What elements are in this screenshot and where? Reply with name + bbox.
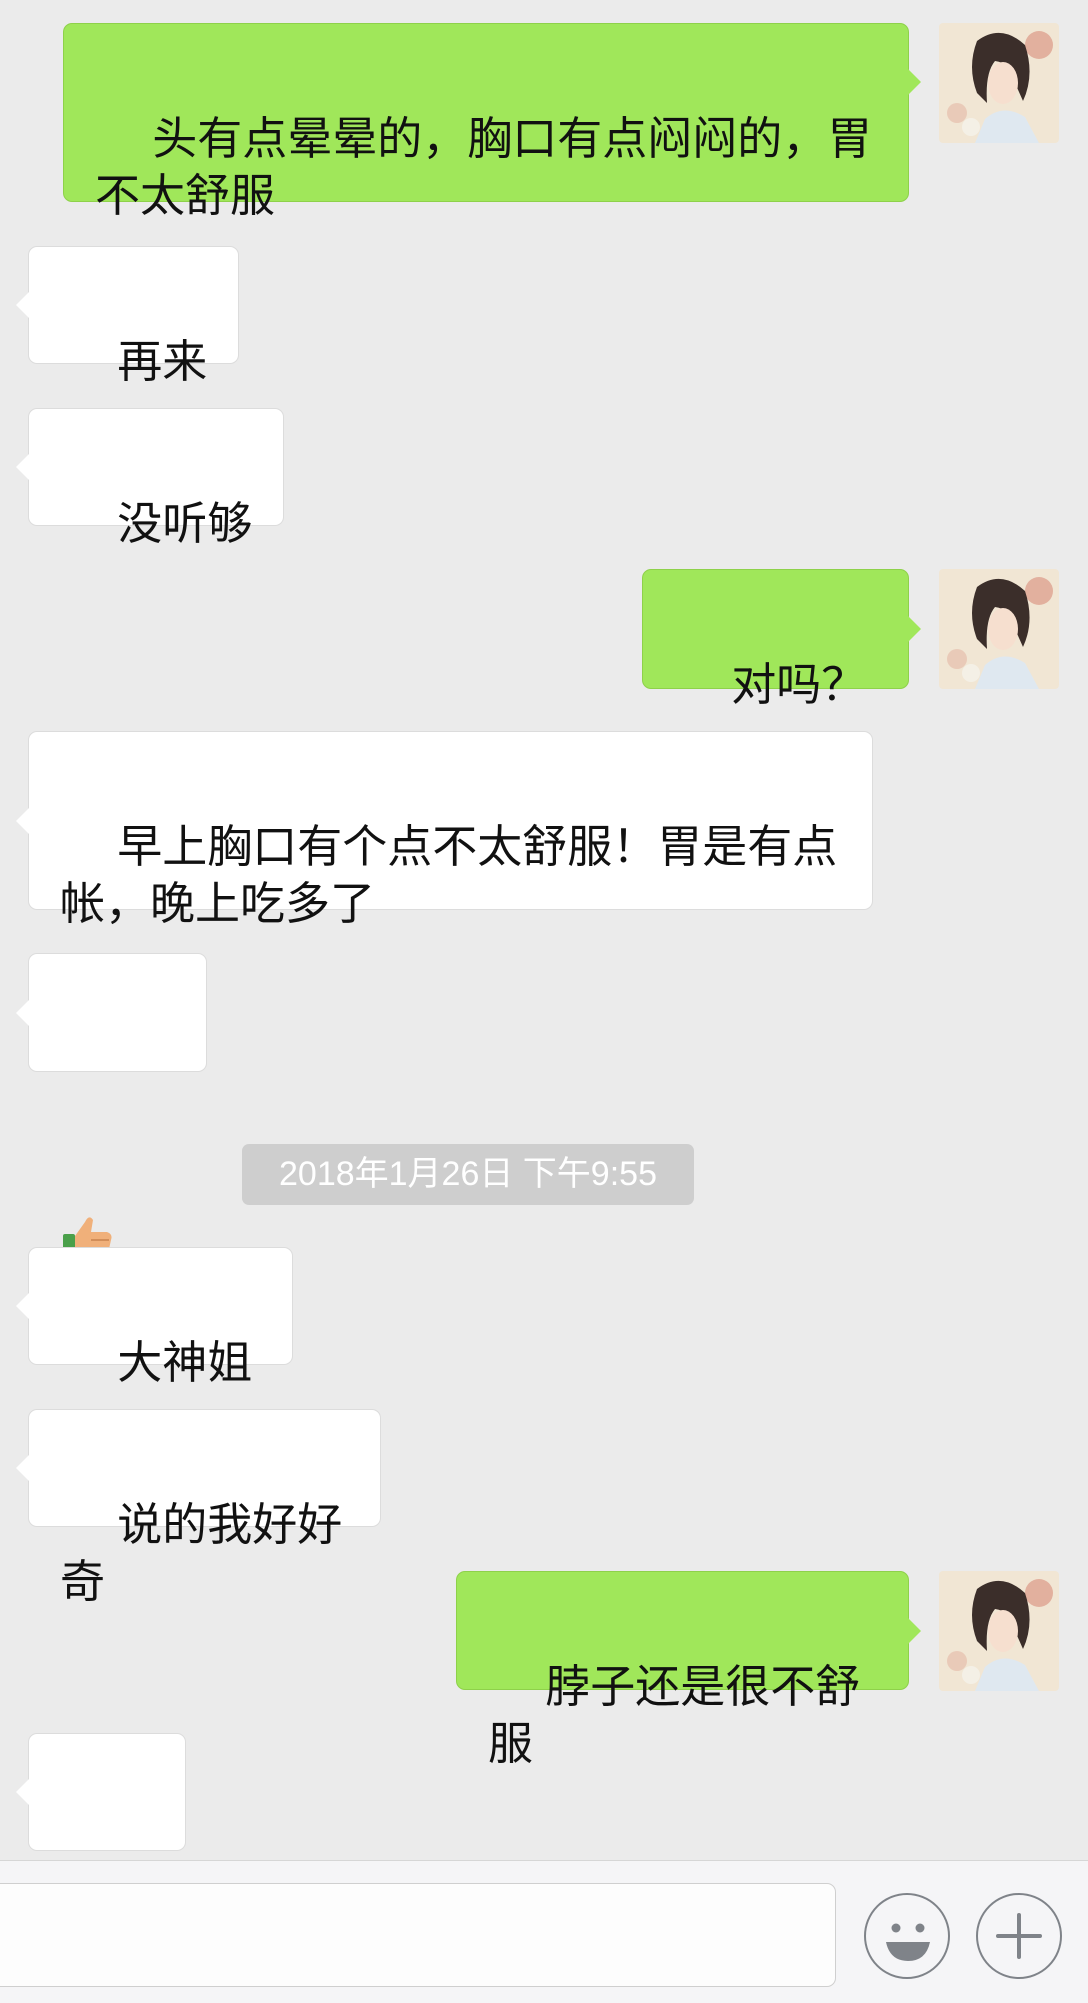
message-bubble-incoming[interactable]: 大神姐 [14, 1247, 293, 1498]
message-input[interactable] [0, 1883, 836, 1987]
message-text: 脖子还是很不舒服 [488, 1660, 861, 1770]
plus-icon [996, 1913, 1042, 1959]
timestamp: 2018年1月26日 下午9:55 [242, 1144, 694, 1205]
input-bar [0, 1860, 1088, 2003]
message-text: 大神姐 [117, 1336, 253, 1389]
avatar[interactable] [939, 23, 1059, 143]
message-text: 再来 [117, 335, 208, 388]
message-text: 对吗？ [731, 658, 867, 711]
emoji-button[interactable] [864, 1893, 950, 1979]
avatar[interactable] [939, 1571, 1059, 1691]
message-bubble-incoming[interactable]: 早上胸口有个点不太舒服！胃是有点帐，晚上吃多了 [14, 731, 873, 930]
message-bubble-incoming[interactable] [14, 953, 207, 1502]
message-bubble-incoming[interactable]: 没听够 [13, 408, 285, 550]
message-bubble-outgoing[interactable]: 脖子还是很不舒服 [456, 1571, 921, 1770]
emoji-icon [886, 1923, 930, 1961]
message-text: 早上胸口有个点不太舒服！胃是有点帐，晚上吃多了 [60, 820, 838, 930]
avatar[interactable] [939, 569, 1059, 689]
chat-area[interactable]: 头有点晕晕的，胸口有点闷闷的，胃不太舒服 再来 没听够 对吗？ 早上胸口有个点不… [0, 0, 1088, 1932]
plus-button[interactable] [976, 1893, 1062, 1979]
message-bubble-incoming[interactable]: 再来 [13, 246, 240, 388]
message-bubble-outgoing[interactable]: 对吗？ [642, 569, 921, 817]
message-text: 头有点晕晕的，胸口有点闷闷的，胃不太舒服 [95, 112, 873, 222]
message-bubble-outgoing[interactable]: 头有点晕晕的，胸口有点闷闷的，胃不太舒服 [63, 23, 921, 222]
message-text: 没听够 [117, 497, 253, 550]
message-bubble-incoming[interactable]: 说的我好好奇 [14, 1409, 381, 1608]
message-bubble-incoming[interactable]: 对对 [14, 1733, 186, 1932]
